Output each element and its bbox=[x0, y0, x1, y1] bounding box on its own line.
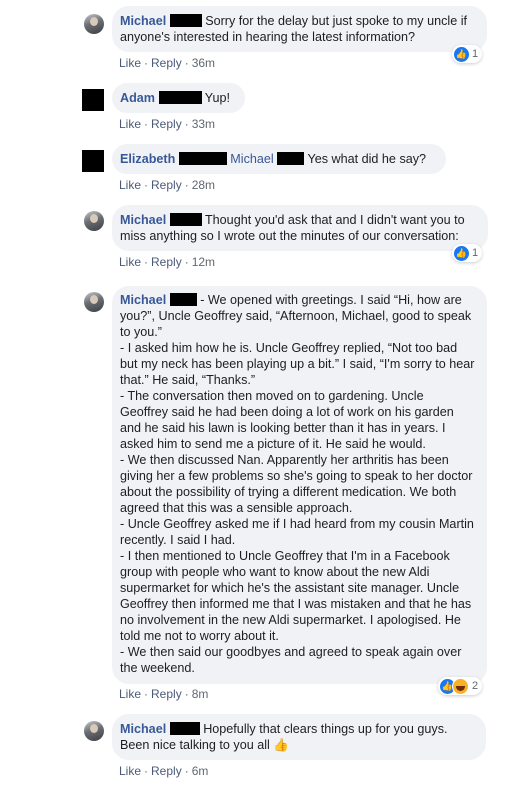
comment-text: Yes what did he say? bbox=[307, 152, 427, 166]
like-reaction-icon: 👍 bbox=[454, 46, 469, 62]
separator: · bbox=[184, 255, 189, 269]
comment-bubble: Michael Thought you'd ask that and I did… bbox=[112, 205, 488, 251]
comment-bubble: Michael Hopefully that clears things up … bbox=[112, 714, 486, 760]
timestamp[interactable]: 8m bbox=[192, 687, 209, 701]
reaction-summary[interactable]: 👍 1 bbox=[452, 244, 483, 262]
comment-actions: Like · Reply · 6m bbox=[119, 764, 208, 778]
redacted-surname bbox=[169, 14, 202, 27]
separator: · bbox=[184, 764, 189, 778]
comment-bubble: Michael Sorry for the delay but just spo… bbox=[112, 6, 487, 52]
reaction-count: 2 bbox=[472, 680, 479, 692]
avatar[interactable] bbox=[84, 292, 104, 312]
reply-link[interactable]: Reply bbox=[151, 255, 182, 269]
comment-actions: Like · Reply · 12m bbox=[119, 255, 215, 269]
commenter-name[interactable]: Elizabeth bbox=[120, 152, 175, 166]
reaction-count: 1 bbox=[472, 48, 479, 60]
commenter-name[interactable]: Michael bbox=[120, 293, 166, 307]
like-link[interactable]: Like bbox=[119, 117, 141, 131]
like-link[interactable]: Like bbox=[119, 56, 141, 70]
avatar[interactable] bbox=[84, 211, 104, 231]
separator: · bbox=[144, 764, 149, 778]
commenter-name[interactable]: Michael bbox=[120, 722, 166, 736]
comment-text: - I asked him how he is. Uncle Geoffrey … bbox=[120, 341, 475, 387]
timestamp[interactable]: 6m bbox=[192, 764, 209, 778]
avatar[interactable] bbox=[84, 721, 104, 741]
comment-text: - I then mentioned to Uncle Geoffrey tha… bbox=[120, 549, 472, 643]
like-link[interactable]: Like bbox=[119, 178, 141, 192]
separator: · bbox=[184, 56, 189, 70]
separator: · bbox=[144, 117, 149, 131]
mention-link[interactable]: Michael bbox=[230, 152, 273, 166]
redacted-surname bbox=[169, 722, 200, 735]
like-link[interactable]: Like bbox=[119, 255, 141, 269]
comment-actions: Like · Reply · 8m bbox=[119, 687, 208, 701]
commenter-name[interactable]: Michael bbox=[120, 14, 166, 28]
reply-link[interactable]: Reply bbox=[151, 764, 182, 778]
like-reaction-icon: 👍 bbox=[454, 245, 469, 261]
separator: · bbox=[144, 687, 149, 701]
comment-line: Michael - We opened with greetings. I sa… bbox=[120, 292, 475, 340]
timestamp[interactable]: 33m bbox=[192, 117, 215, 131]
avatar[interactable] bbox=[82, 150, 104, 172]
comment-bubble: Elizabeth Michael Yes what did he say? bbox=[112, 144, 446, 174]
separator: · bbox=[144, 255, 149, 269]
comment-bubble: Michael - We opened with greetings. I sa… bbox=[112, 286, 487, 684]
redacted-surname bbox=[169, 213, 202, 226]
redacted-surname bbox=[178, 152, 227, 165]
reply-link[interactable]: Reply bbox=[151, 56, 182, 70]
reaction-summary[interactable]: 👍 2 bbox=[438, 677, 483, 695]
comment-text: Yup! bbox=[204, 91, 230, 105]
reply-link[interactable]: Reply bbox=[151, 178, 182, 192]
comment-actions: Like · Reply · 33m bbox=[119, 117, 215, 131]
redacted-surname bbox=[158, 91, 202, 104]
comment-actions: Like · Reply · 28m bbox=[119, 178, 215, 192]
timestamp[interactable]: 36m bbox=[192, 56, 215, 70]
avatar[interactable] bbox=[84, 14, 104, 34]
comment-text: - The conversation then moved on to gard… bbox=[120, 389, 454, 451]
comment-actions: Like · Reply · 36m bbox=[119, 56, 215, 70]
avatar[interactable] bbox=[82, 89, 104, 111]
comment-text: - We then said our goodbyes and agreed t… bbox=[120, 645, 462, 675]
separator: · bbox=[184, 687, 189, 701]
redacted-surname bbox=[277, 152, 305, 165]
separator: · bbox=[184, 117, 189, 131]
haha-reaction-icon bbox=[452, 677, 469, 695]
timestamp[interactable]: 28m bbox=[192, 178, 215, 192]
separator: · bbox=[144, 178, 149, 192]
commenter-name[interactable]: Michael bbox=[120, 213, 166, 227]
separator: · bbox=[144, 56, 149, 70]
comment-text: - We then discussed Nan. Apparently her … bbox=[120, 453, 473, 515]
timestamp[interactable]: 12m bbox=[192, 255, 215, 269]
commenter-name[interactable]: Adam bbox=[120, 91, 155, 105]
reaction-count: 1 bbox=[472, 247, 479, 259]
comment-bubble: Adam Yup! bbox=[112, 83, 245, 113]
like-link[interactable]: Like bbox=[119, 764, 141, 778]
reply-link[interactable]: Reply bbox=[151, 117, 182, 131]
comment-text: - Uncle Geoffrey asked me if I had heard… bbox=[120, 517, 474, 547]
reply-link[interactable]: Reply bbox=[151, 687, 182, 701]
like-link[interactable]: Like bbox=[119, 687, 141, 701]
redacted-surname bbox=[169, 293, 197, 306]
separator: · bbox=[184, 178, 189, 192]
reaction-summary[interactable]: 👍 1 bbox=[452, 45, 483, 63]
